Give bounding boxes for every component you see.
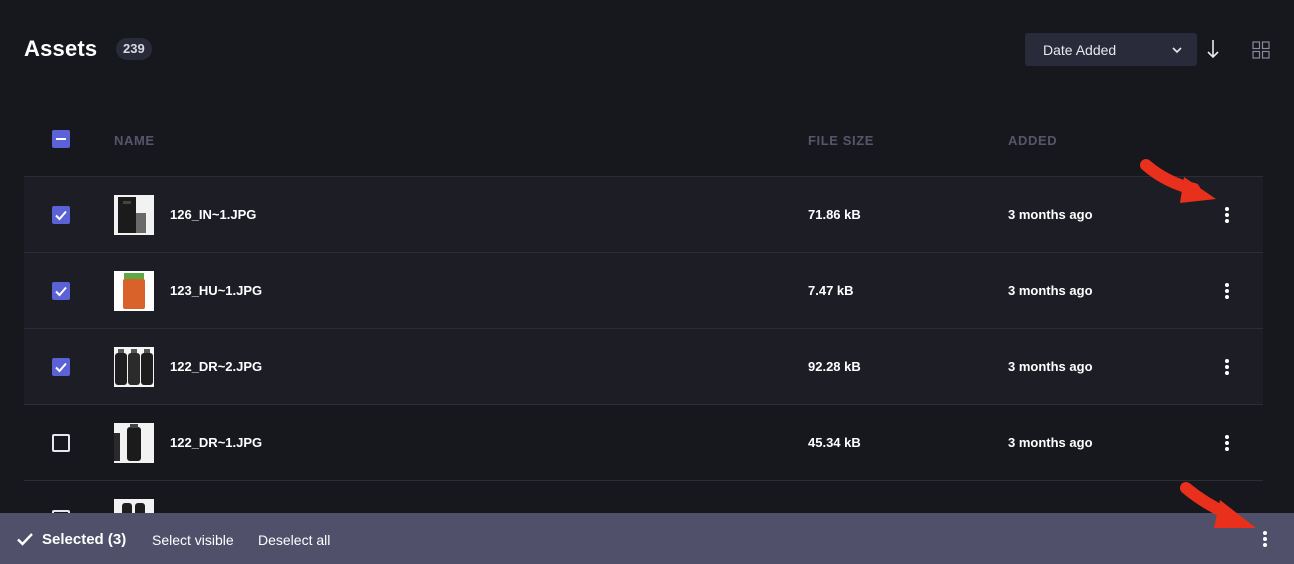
chevron-down-icon [1172, 47, 1182, 54]
annotation-arrow-icon [1180, 482, 1256, 528]
selection-bar: Selected (3) Select visible Deselect all [0, 513, 1294, 564]
date-added: 3 months ago [1008, 283, 1093, 298]
page-title: Assets [24, 36, 98, 61]
more-options-icon[interactable] [1221, 433, 1233, 453]
file-size: 7.47 kB [808, 283, 854, 298]
file-size: 92.28 kB [808, 359, 861, 374]
row-checkbox[interactable] [52, 206, 70, 224]
asset-thumbnail[interactable] [114, 347, 154, 387]
more-options-icon[interactable] [1221, 205, 1233, 225]
arrow-down-icon[interactable] [1205, 38, 1221, 60]
asset-thumbnail[interactable] [114, 423, 154, 463]
page-header: Assets 239 Date Added [24, 30, 1270, 70]
file-size: 71.86 kB [808, 207, 861, 222]
minus-icon [56, 138, 66, 140]
select-all-checkbox[interactable] [52, 130, 70, 148]
file-name[interactable]: 122_DR~2.JPG [170, 359, 262, 374]
table-row[interactable]: 122_DR~2.JPG 92.28 kB 3 months ago [24, 329, 1263, 405]
file-name[interactable]: 122_DR~1.JPG [170, 435, 262, 450]
table-row[interactable]: 126_IN~1.JPG 71.86 kB 3 months ago [24, 177, 1263, 253]
grid-icon[interactable] [1252, 41, 1270, 59]
row-checkbox[interactable] [52, 434, 70, 452]
table-header: NAME FILE SIZE ADDED [24, 100, 1263, 177]
deselect-all-button[interactable]: Deselect all [258, 532, 330, 548]
selected-count-label: Selected (3) [42, 531, 127, 548]
asset-thumbnail[interactable] [114, 195, 154, 235]
sort-select[interactable]: Date Added [1025, 33, 1197, 66]
check-icon [55, 362, 67, 373]
check-icon [55, 286, 67, 297]
annotation-arrow-icon [1140, 159, 1216, 203]
date-added: 3 months ago [1008, 435, 1093, 450]
more-options-icon[interactable] [1259, 529, 1271, 549]
row-checkbox[interactable] [52, 282, 70, 300]
asset-thumbnail[interactable] [114, 271, 154, 311]
date-added: 3 months ago [1008, 359, 1093, 374]
row-checkbox[interactable] [52, 358, 70, 376]
file-name[interactable]: 126_IN~1.JPG [170, 207, 256, 222]
column-header-added[interactable]: ADDED [1008, 133, 1057, 148]
asset-count-badge: 239 [116, 38, 152, 60]
check-icon [17, 533, 33, 546]
select-visible-button[interactable]: Select visible [152, 532, 234, 548]
column-header-file-size[interactable]: FILE SIZE [808, 133, 874, 148]
more-options-icon[interactable] [1221, 357, 1233, 377]
column-header-name[interactable]: NAME [114, 133, 155, 148]
assets-table: NAME FILE SIZE ADDED 126_IN~1.JPG 71.86 … [24, 100, 1263, 557]
table-row[interactable]: 122_DR~1.JPG 45.34 kB 3 months ago [24, 405, 1263, 481]
date-added: 3 months ago [1008, 207, 1093, 222]
sort-select-value: Date Added [1043, 42, 1117, 58]
file-name[interactable]: 123_HU~1.JPG [170, 283, 262, 298]
more-options-icon[interactable] [1221, 281, 1233, 301]
check-icon [55, 210, 67, 221]
file-size: 45.34 kB [808, 435, 861, 450]
table-row[interactable]: 123_HU~1.JPG 7.47 kB 3 months ago [24, 253, 1263, 329]
